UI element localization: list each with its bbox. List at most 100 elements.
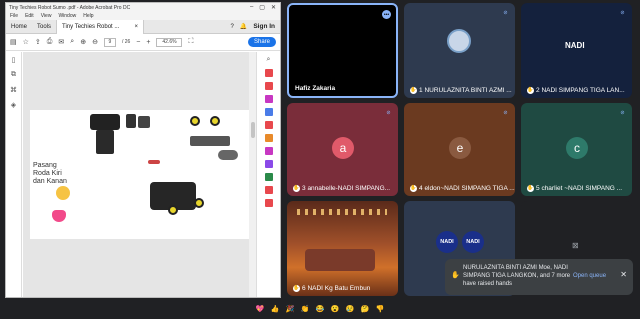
participant-name: ✋ 5 charliet ~NADI SIMPANG ... — [527, 184, 623, 192]
part-image — [148, 160, 160, 164]
close-icon[interactable]: ✕ — [620, 271, 627, 279]
party-icon[interactable]: 🎉 — [286, 305, 295, 314]
page-up-icon[interactable]: ⊕ — [80, 38, 86, 46]
robot-chassis-image — [90, 114, 120, 130]
participant-tile-3[interactable]: a ⊘ ✋ 3 annabelle-NADI SIMPANG... — [287, 103, 398, 196]
raised-hand-icon: ✋ — [293, 184, 300, 192]
zoom-in-icon[interactable]: + — [146, 39, 150, 46]
robot-wheel-left — [168, 205, 178, 215]
protect-icon[interactable] — [264, 173, 273, 181]
tab-document-label: Tiny Techies Robot ... — [62, 23, 120, 30]
left-rail: ▯ ⧉ ⌘ ◈ — [6, 52, 22, 297]
acrobat-toolbar: ▤ ☆ ⇪ ⎙ ✉ ⌕ ⊕ ⊖ 9 / 26 − + 42.6% ⛶ Share — [6, 34, 280, 51]
participant-tile-host[interactable]: ••• Hafiz Zakaria — [287, 3, 398, 98]
bookmarks-icon[interactable]: ⧉ — [11, 71, 16, 79]
tab-home[interactable]: Home — [6, 20, 32, 34]
zoom-tool-icon[interactable]: ⌕ — [267, 56, 271, 64]
sign-in-button[interactable]: Sign In — [253, 23, 275, 30]
surprised-icon[interactable]: 😮 — [331, 305, 340, 314]
participant-tile-5[interactable]: c ⊘ ✋ 5 charliet ~NADI SIMPANG ... — [521, 103, 632, 196]
camera-off-tile: ⊠ — [521, 201, 632, 256]
tab-tools[interactable]: Tools — [32, 20, 56, 34]
zoom-search-icon[interactable]: ⌕ — [70, 38, 74, 46]
participant-tile-1[interactable]: ⊘ ✋ 1 NURULAZNITA BINTI AZMI ... — [404, 3, 515, 98]
print-icon[interactable]: ⎙ — [47, 38, 53, 46]
comment-icon[interactable] — [264, 134, 273, 142]
bookmark-star-icon[interactable]: ☆ — [23, 38, 29, 46]
share-button[interactable]: Share — [247, 37, 276, 47]
thinking-icon[interactable]: 🤔 — [361, 305, 370, 314]
raised-hands-toast: ✋ NURULAZNITA BINTI AZMI Moe, NADI SIMPA… — [445, 259, 633, 295]
upload-icon[interactable]: ⇪ — [35, 38, 41, 46]
fill-sign-icon[interactable] — [264, 147, 273, 155]
thumbs-down-icon[interactable]: 👎 — [376, 305, 385, 314]
menu-edit[interactable]: Edit — [25, 13, 34, 19]
help-icon[interactable]: ? — [231, 24, 234, 30]
muted-mic-icon: ⊘ — [620, 9, 625, 16]
more-tools-icon[interactable] — [264, 199, 273, 207]
avatar: e — [449, 137, 471, 159]
menu-view[interactable]: View — [41, 13, 52, 19]
mail-icon[interactable]: ✉ — [58, 38, 64, 46]
thumbnails-icon[interactable]: ▯ — [12, 56, 16, 64]
zoom-level[interactable]: 42.6% — [156, 37, 183, 47]
sofa-image — [305, 249, 375, 271]
open-queue-button[interactable]: Open queue — [573, 272, 606, 280]
raised-hand-icon: ✋ — [293, 284, 300, 292]
combine-icon[interactable] — [264, 82, 273, 90]
speaking-icon: ••• — [382, 10, 391, 19]
sad-face-icon — [56, 186, 70, 200]
participant-name: ✋ 4 eldon~NADI SIMPANG TIGA ... — [410, 184, 515, 192]
muted-mic-icon: ⊘ — [503, 9, 508, 16]
minimize-icon[interactable]: – — [250, 4, 253, 11]
notifications-icon[interactable]: 🔔 — [240, 23, 247, 30]
nadi-logo-2: NADI — [462, 231, 484, 253]
page-down-icon[interactable]: ⊖ — [92, 38, 98, 46]
sparkling-heart-icon[interactable]: 💖 — [256, 305, 265, 314]
participant-name: Hafiz Zakaria — [295, 85, 336, 92]
participant-tile-4[interactable]: e ⊘ ✋ 4 eldon~NADI SIMPANG TIGA ... — [404, 103, 515, 196]
nadi-logo: NADI — [565, 41, 585, 50]
page-total: / 26 — [121, 39, 131, 45]
tab-document[interactable]: Tiny Techies Robot ... × — [56, 19, 145, 34]
close-tab-icon[interactable]: × — [135, 24, 139, 30]
robot-board-image — [96, 130, 114, 154]
menu-file[interactable]: File — [10, 13, 18, 19]
document-view[interactable]: Pasang Roda Kiri dan Kanan — [23, 52, 257, 297]
thumbs-up-icon[interactable]: 👍 — [271, 305, 280, 314]
caption-line-2: Roda Kiri — [33, 170, 62, 177]
menu-help[interactable]: Help — [83, 13, 93, 19]
menu-window[interactable]: Window — [58, 13, 76, 19]
participant-picture — [447, 29, 471, 53]
clap-icon[interactable]: 👏 — [301, 305, 310, 314]
muted-mic-icon: ⊘ — [386, 109, 391, 116]
export-pdf-icon[interactable] — [264, 108, 273, 116]
assembled-frame-image — [190, 136, 230, 146]
pdf-page: Pasang Roda Kiri dan Kanan — [30, 110, 249, 239]
edit-pdf-icon[interactable] — [264, 95, 273, 103]
compress-icon[interactable] — [264, 186, 273, 194]
avatar: a — [332, 137, 354, 159]
motor-image — [126, 114, 136, 128]
acrobat-titlebar: Tiny Techies Robot Sumo .pdf - Adobe Acr… — [6, 3, 280, 12]
attachments-icon[interactable]: ⌘ — [10, 86, 17, 94]
organize-icon[interactable] — [264, 121, 273, 129]
layers-icon[interactable]: ◈ — [11, 101, 16, 109]
crying-icon[interactable]: 😢 — [346, 305, 355, 314]
avatar: c — [566, 137, 588, 159]
laugh-icon[interactable]: 😂 — [316, 305, 325, 314]
participant-tile-2[interactable]: NADI ⊘ ✋ 2 NADI SIMPANG TIGA LAN... — [521, 3, 632, 98]
participant-tile-6[interactable]: ✋ 6 NADI Kg Batu Embun — [287, 201, 398, 296]
participant-name: ✋ 2 NADI SIMPANG TIGA LAN... — [527, 86, 625, 94]
fit-page-icon[interactable]: ⛶ — [188, 38, 193, 46]
participant-name: ✋ 1 NURULAZNITA BINTI AZMI ... — [410, 86, 512, 94]
zoom-out-icon[interactable]: − — [136, 39, 140, 46]
close-icon[interactable]: ✕ — [271, 4, 276, 11]
caption-line-3: dan Kanan — [33, 178, 67, 185]
save-icon[interactable]: ▤ — [10, 38, 17, 46]
scrollbar-thumb[interactable] — [251, 122, 255, 138]
sign-icon[interactable] — [264, 160, 273, 168]
maximize-icon[interactable]: ▢ — [259, 4, 265, 11]
page-number-input[interactable]: 9 — [103, 37, 116, 47]
create-pdf-icon[interactable] — [264, 69, 273, 77]
